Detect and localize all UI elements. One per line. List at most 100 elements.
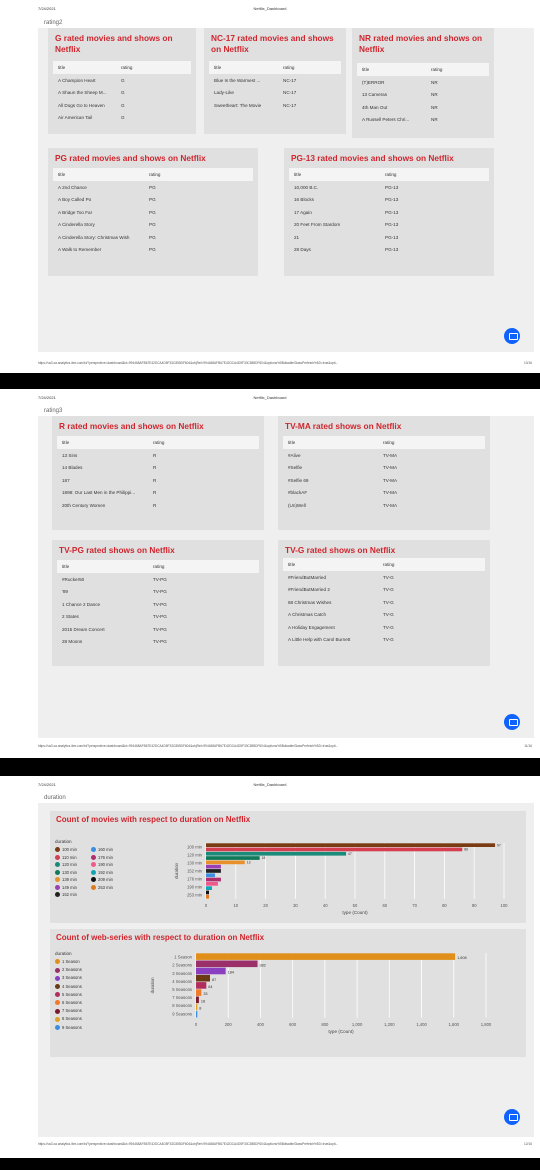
legend-item[interactable]: 149 min	[55, 885, 77, 890]
table-header[interactable]: title rating	[283, 436, 485, 449]
table-row[interactable]: A Cinderella Story PG	[53, 218, 253, 231]
table-row[interactable]: 2 States TV-PG	[57, 610, 259, 623]
table-header[interactable]: title rating	[57, 560, 259, 573]
legend-item[interactable]: 139 min	[55, 877, 77, 883]
table-row[interactable]: A Christmas Catch TV-G	[283, 608, 485, 621]
legend-item[interactable]: 120 min	[55, 862, 77, 868]
legend-item[interactable]: 1 Season	[55, 959, 80, 965]
x-tick-label: 90	[472, 903, 477, 908]
table-row[interactable]: A 2nd Chance PG	[53, 181, 253, 194]
legend-item[interactable]: 192 min	[91, 870, 113, 875]
table-header[interactable]: title rating	[289, 168, 489, 181]
x-tick-label: 80	[442, 903, 447, 908]
table-row[interactable]: 28 Days PG-13	[289, 243, 489, 256]
table-row[interactable]: #FriendButMarried 2 TV-G	[283, 583, 485, 596]
legend-item[interactable]: 152 min	[55, 892, 77, 898]
table-row[interactable]: 28 Moons TV-PG	[57, 635, 259, 648]
legend-item[interactable]: 209 min	[91, 877, 113, 883]
table-row[interactable]: #Selfie TV-MA	[283, 461, 485, 474]
table-row[interactable]: 68 Christmas Wishes TV-G	[283, 596, 485, 609]
cell-title: 2 States	[62, 614, 79, 619]
bar	[206, 869, 221, 873]
y-tick-label: 3 Seasons	[172, 971, 192, 976]
table-row[interactable]: #Alive TV-MA	[283, 449, 485, 462]
table-row[interactable]: 16 Blocks PG-13	[289, 193, 489, 206]
legend-item[interactable]: 110 min	[55, 855, 77, 860]
legend-item[interactable]: 130 min	[55, 870, 77, 875]
table-row[interactable]: A Boy Called Po PG	[53, 193, 253, 206]
table-row[interactable]: All Dogs Go to Heaven G	[53, 99, 191, 112]
table-header[interactable]: title rating	[53, 61, 191, 74]
y-tick-label: 120 min	[187, 852, 203, 857]
table-row[interactable]: 1 Chance 2 Dance TV-PG	[57, 598, 259, 611]
table-row[interactable]: (Un)Well TV-MA	[283, 499, 485, 512]
table-row[interactable]: #Rucker50 TV-PG	[57, 573, 259, 586]
table-row[interactable]: #FriendButMarried TV-G	[283, 571, 485, 584]
table-row[interactable]: 10,000 B.C. PG-13	[289, 181, 489, 194]
table-row[interactable]: 1898: Our Last Men in the Philippi... R	[57, 486, 259, 499]
table-row[interactable]: 13 Cameras NR	[357, 88, 489, 101]
x-tick-label: 1,200	[384, 1022, 395, 1027]
table-row[interactable]: A Cinderella Story: Christmas Wish PG	[53, 231, 253, 244]
table-row[interactable]: 13 Sins R	[57, 449, 259, 462]
table-row[interactable]: 20 Feet From Stardom PG-13	[289, 218, 489, 231]
legend-item[interactable]: 4 Seasons	[55, 984, 82, 989]
cell-title: A Cinderella Story	[58, 222, 95, 227]
legend-item[interactable]: 9 Seasons	[55, 1025, 82, 1030]
table-row[interactable]: (T)ERROR NR	[357, 76, 489, 89]
table-row[interactable]: 14 Blades R	[57, 461, 259, 474]
legend-item[interactable]: 2 Seasons	[55, 967, 82, 973]
table-row[interactable]: 2015 Dream Concert TV-PG	[57, 623, 259, 636]
legend-item[interactable]: 5 Seasons	[55, 992, 82, 998]
table-row[interactable]: #blackAF TV-MA	[283, 486, 485, 499]
table-row[interactable]: Sweetheart: The Movie NC-17	[209, 99, 341, 112]
cell-title: A Christmas Catch	[288, 612, 327, 617]
table-header[interactable]: title rating	[209, 61, 341, 74]
table-row[interactable]: A Bridge Too Far PG	[53, 206, 253, 219]
legend-item[interactable]: 8 Seasons	[55, 1016, 82, 1022]
table-row[interactable]: A Russell Peters Chri... NR	[357, 113, 489, 126]
table-row[interactable]: Lady-Like NC-17	[209, 86, 341, 99]
chat-assistant-button[interactable]	[504, 1109, 520, 1125]
legend-item[interactable]: 7 Seasons	[55, 1008, 82, 1014]
legend-item[interactable]: 190 min	[91, 862, 113, 868]
legend-swatch	[55, 892, 60, 898]
table-row[interactable]: A Shaun the Sheep M... G	[53, 86, 191, 99]
table-row[interactable]: '89 TV-PG	[57, 585, 259, 598]
table-header[interactable]: title rating	[57, 436, 259, 449]
table-header[interactable]: title rating	[283, 558, 485, 571]
tv-g-rated-card: TV-G rated shows on Netflix title rating #…	[278, 540, 490, 666]
pg-rated-card: PG rated movies and shows on Netflix tit…	[48, 148, 258, 276]
table-row[interactable]: A Little Help with Carol Burnett TV-G	[283, 633, 485, 646]
table-row[interactable]: 4th Man Out NR	[357, 101, 489, 114]
cell-rating: PG	[149, 234, 156, 240]
legend-item[interactable]: 160 min	[91, 847, 113, 853]
cell-title: 10,000 B.C.	[294, 184, 319, 190]
table-row[interactable]: A Champion Heart G	[53, 74, 191, 87]
x-tick-label: 1,800	[481, 1022, 492, 1027]
legend-item[interactable]: 100 min	[55, 847, 77, 853]
bar	[196, 967, 226, 975]
legend-item[interactable]: 253 min	[91, 885, 113, 890]
cell-rating: TV-G	[383, 574, 394, 580]
legend-swatch	[55, 1016, 60, 1022]
table-row[interactable]: 187 R	[57, 474, 259, 487]
cell-rating: G	[121, 77, 125, 83]
table-row[interactable]: 17 Again PG-13	[289, 206, 489, 219]
table-row[interactable]: 21 PG-13	[289, 231, 489, 244]
table-row[interactable]: 20th Century Women R	[57, 499, 259, 512]
bar-value-label: 1,608	[457, 956, 467, 960]
chat-assistant-button[interactable]	[504, 714, 520, 730]
table-row[interactable]: A Walk to Remember PG	[53, 243, 253, 256]
legend-item[interactable]: 3 Seasons	[55, 975, 82, 981]
column-header-title: title	[62, 440, 70, 445]
table-header[interactable]: title rating	[357, 63, 489, 76]
table-row[interactable]: A Holiday Engagement TV-G	[283, 621, 485, 634]
table-row[interactable]: #Selfie 69 TV-MA	[283, 474, 485, 487]
table-row[interactable]: Blue Is the Warmest ... NC-17	[209, 74, 341, 87]
legend-item[interactable]: 176 min	[91, 855, 113, 860]
table-row[interactable]: Air American Tail G	[53, 111, 191, 124]
legend-item[interactable]: 6 Seasons	[55, 1000, 82, 1006]
table-header[interactable]: title rating	[53, 168, 253, 181]
chat-assistant-button[interactable]	[504, 328, 520, 344]
